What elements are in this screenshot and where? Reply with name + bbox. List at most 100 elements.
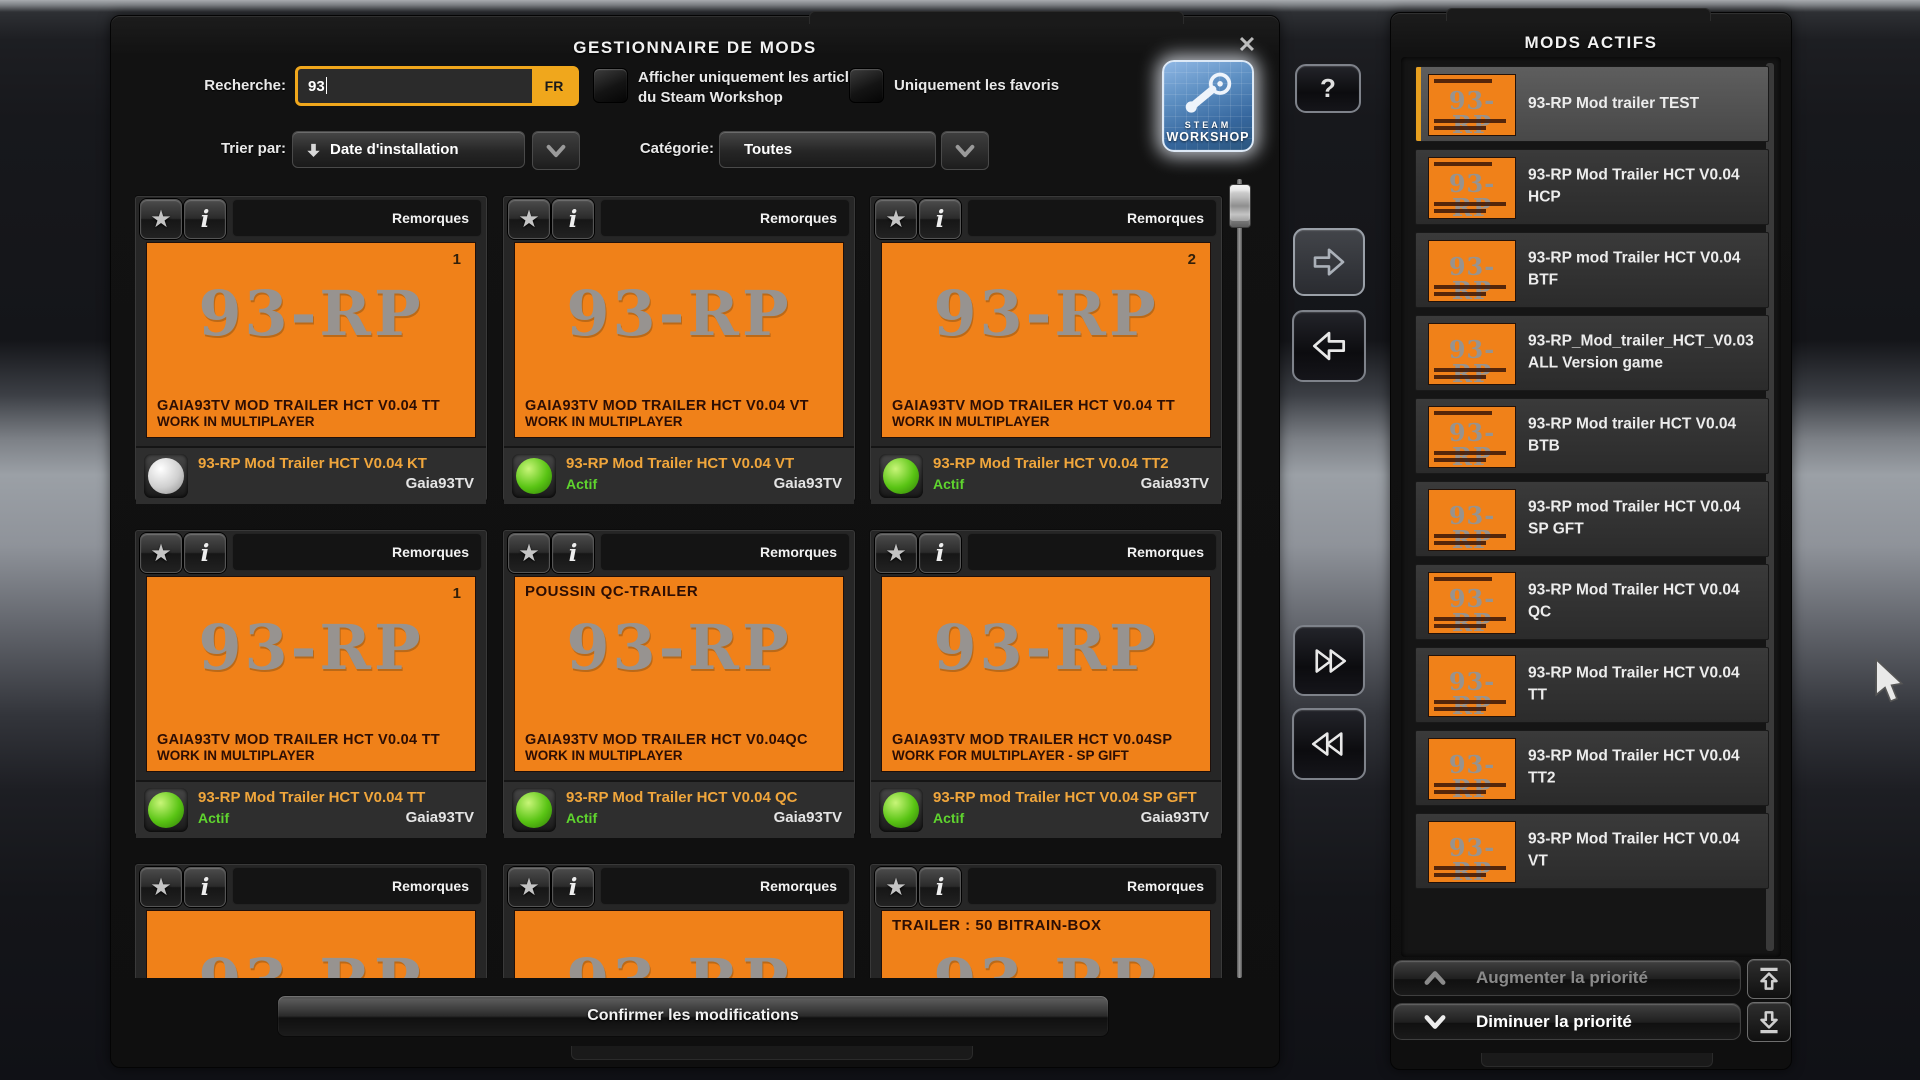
thumb-micro-line2 <box>1434 707 1486 711</box>
favorites-only-checkbox[interactable] <box>849 68 884 103</box>
favorite-star-icon[interactable]: ★ <box>875 533 917 573</box>
card-image-line1: GAIA93TV MOD TRAILER HCT V0.04 VT <box>525 398 833 414</box>
card-image-lines: GAIA93TV MOD TRAILER HCT V0.04 TT WORK I… <box>147 732 475 771</box>
activate-mod-button[interactable] <box>1293 228 1365 296</box>
mod-card[interactable]: ★ i Remorques 93-RP GAIA93TV MOD TRAILER… <box>135 530 487 835</box>
selection-stripe <box>1416 316 1421 390</box>
mod-active-orb-frame <box>512 454 556 498</box>
active-mod-item[interactable]: 93-RP 93-RP Mod Trailer HCT V0.04 HCP <box>1415 149 1769 225</box>
card-category-label: Remorques <box>1127 544 1204 560</box>
favorite-star-icon[interactable]: ★ <box>140 867 182 907</box>
mod-manager-window: GESTIONNAIRE DE MODS ✕ Recherche: 93 FR … <box>110 15 1280 1068</box>
active-mod-item[interactable]: 93-RP 93-RP Mod Trailer HCT V0.04 QC <box>1415 564 1769 640</box>
mod-active-orb <box>148 792 184 828</box>
thumb-micro-line1 <box>1434 783 1506 787</box>
active-mod-item[interactable]: 93-RP 93-RP Mod Trailer HCT V0.04 TT <box>1415 647 1769 723</box>
mod-card[interactable]: ★ i Remorques TRAILER : 50 BITRAIN-BOX 9… <box>870 864 1222 978</box>
favorite-star-icon[interactable]: ★ <box>875 199 917 239</box>
steam-workshop-button[interactable]: STEAM WORKSHOP <box>1162 60 1254 152</box>
close-icon[interactable]: ✕ <box>1229 28 1265 62</box>
favorite-star-icon[interactable]: ★ <box>508 867 550 907</box>
card-image-line1: GAIA93TV MOD TRAILER HCT V0.04 TT <box>892 398 1200 414</box>
workshop-only-checkbox[interactable] <box>593 68 628 103</box>
help-button[interactable]: ? <box>1295 64 1361 113</box>
mod-card[interactable]: ★ i Remorques POUSSIN QC-TRAILER 93-RP G… <box>503 530 855 835</box>
lower-priority-button[interactable]: Diminuer la priorité <box>1393 1003 1741 1040</box>
chevron-down-icon <box>952 141 978 161</box>
selection-stripe <box>1416 731 1421 805</box>
card-image-lines: GAIA93TV MOD TRAILER HCT V0.04QC WORK IN… <box>515 732 843 771</box>
window-title: GESTIONNAIRE DE MODS <box>111 38 1279 58</box>
active-mod-thumbnail: 93-RP <box>1428 572 1516 634</box>
card-caption: 93-RP Mod Trailer HCT V0.04 KT Gaia93TV <box>136 446 486 504</box>
window-drag-handle-bottom[interactable] <box>571 1046 973 1060</box>
raise-priority-button[interactable]: Augmenter la priorité <box>1393 960 1741 996</box>
mod-card[interactable]: ★ i Remorques 93-RP GAIA93TV MOD TRAILER… <box>870 530 1222 835</box>
mod-status: Actif <box>933 476 964 492</box>
deactivate-mod-button[interactable] <box>1292 310 1366 382</box>
confirm-changes-button[interactable]: Confirmer les modifications <box>277 995 1109 1037</box>
window-drag-handle-top[interactable] <box>809 11 1184 24</box>
deactivate-all-button[interactable] <box>1292 708 1366 780</box>
info-icon[interactable]: i <box>919 199 961 239</box>
card-category-bar: Remorques <box>600 533 850 571</box>
category-expand-button[interactable] <box>941 131 989 170</box>
card-category-label: Remorques <box>392 210 469 226</box>
card-image-top-text <box>147 911 475 939</box>
sort-dropdown[interactable]: Date d'installation <box>292 131 525 168</box>
mod-card[interactable]: ★ i Remorques 93-RP GAIA93TV MOD TRAILER… <box>870 196 1222 501</box>
active-mod-item[interactable]: 93-RP 93-RP Mod Trailer HCT V0.04 TT2 <box>1415 730 1769 806</box>
active-mod-label: 93-RP Mod Trailer HCT V0.04 QC <box>1528 580 1758 625</box>
info-icon[interactable]: i <box>184 867 226 907</box>
active-mod-item[interactable]: 93-RP 93-RP_Mod_trailer_HCT_V0.03 ALL Ve… <box>1415 315 1769 391</box>
card-image-top-text <box>147 243 475 271</box>
active-mod-item[interactable]: 93-RP 93-RP mod Trailer HCT V0.04 SP GFT <box>1415 481 1769 557</box>
active-mod-thumbnail: 93-RP <box>1428 738 1516 800</box>
card-image-logo: 93-RP <box>515 617 843 679</box>
mod-thumbnail: 93-RP GAIA93TV MOD TRAILER HCT V0.04 TT … <box>881 242 1211 438</box>
card-category-label: Remorques <box>392 544 469 560</box>
active-mod-item[interactable]: 93-RP 93-RP Mod Trailer HCT V0.04 VT <box>1415 813 1769 889</box>
category-dropdown[interactable]: Toutes <box>719 131 936 168</box>
active-mod-item[interactable]: 93-RP 93-RP mod Trailer HCT V0.04 BTF <box>1415 232 1769 308</box>
scrollbar-thumb[interactable] <box>1229 184 1251 228</box>
favorite-star-icon[interactable]: ★ <box>875 867 917 907</box>
info-icon[interactable]: i <box>919 867 961 907</box>
info-icon[interactable]: i <box>919 533 961 573</box>
thumb-micro-topline <box>1434 162 1492 166</box>
info-icon[interactable]: i <box>552 199 594 239</box>
mod-card[interactable]: ★ i Remorques 93-RP GAIA93TV MOD TRAILER… <box>135 196 487 501</box>
info-icon[interactable]: i <box>552 867 594 907</box>
info-icon[interactable]: i <box>552 533 594 573</box>
mod-card[interactable]: ★ i Remorques 93-RP <box>503 864 855 978</box>
mod-card[interactable]: ★ i Remorques 93-RP <box>135 864 487 978</box>
card-badge: 2 <box>1188 251 1196 268</box>
active-mod-thumbnail: 93-RP <box>1428 240 1516 302</box>
active-mod-item[interactable]: 93-RP 93-RP Mod trailer HCT V0.04 BTB <box>1415 398 1769 474</box>
favorite-star-icon[interactable]: ★ <box>508 199 550 239</box>
active-mod-item[interactable]: 93-RP 93-RP Mod trailer TEST <box>1415 66 1769 142</box>
mod-card[interactable]: ★ i Remorques 93-RP GAIA93TV MOD TRAILER… <box>503 196 855 501</box>
info-icon[interactable]: i <box>184 199 226 239</box>
card-caption: 93-RP mod Trailer HCT V0.04 SP GFT Actif… <box>871 780 1221 838</box>
info-icon[interactable]: i <box>184 533 226 573</box>
favorite-star-icon[interactable]: ★ <box>508 533 550 573</box>
favorite-star-icon[interactable]: ★ <box>140 533 182 573</box>
panel-drag-handle-bottom[interactable] <box>1481 1053 1713 1067</box>
move-to-bottom-button[interactable] <box>1747 1002 1791 1042</box>
sort-expand-button[interactable] <box>532 131 580 170</box>
move-to-top-button[interactable] <box>1747 959 1791 999</box>
favorite-star-icon[interactable]: ★ <box>140 199 182 239</box>
activate-all-button[interactable] <box>1293 625 1365 696</box>
scrollbar-track[interactable] <box>1237 179 1242 978</box>
card-category-label: Remorques <box>760 544 837 560</box>
card-image-logo: 93-RP <box>515 283 843 345</box>
card-image-line2: WORK IN MULTIPLAYER <box>525 414 833 429</box>
card-category-bar: Remorques <box>232 867 482 905</box>
active-mod-thumbnail: 93-RP <box>1428 157 1516 219</box>
card-category-bar: Remorques <box>600 199 850 237</box>
search-input[interactable]: 93 FR <box>295 66 579 106</box>
card-image-logo: 93-RP <box>882 951 1210 978</box>
mod-active-orb-frame <box>879 454 923 498</box>
panel-drag-handle-top[interactable] <box>1446 8 1711 21</box>
